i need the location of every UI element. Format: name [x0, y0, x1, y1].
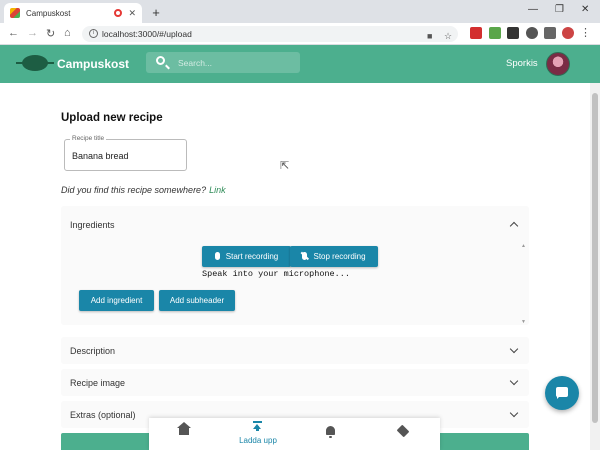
nav-upload[interactable]: Ladda upp — [222, 418, 294, 450]
upload-icon-stem — [256, 426, 259, 431]
description-heading: Description — [70, 346, 116, 356]
logo-icon[interactable] — [16, 55, 54, 71]
source-link[interactable]: Link — [209, 185, 226, 195]
search-input[interactable] — [178, 56, 293, 69]
tab-title: Campuskost — [26, 8, 71, 18]
bookmark-star-icon[interactable]: ☆ — [444, 28, 452, 44]
ingredients-heading[interactable]: Ingredients — [70, 220, 115, 230]
extension-1-icon[interactable] — [470, 27, 482, 39]
add-subheader-button[interactable]: Add subheader — [159, 290, 235, 311]
forward-icon[interactable]: → — [27, 27, 38, 39]
username[interactable]: Sporkis — [506, 58, 538, 69]
source-question: Did you find this recipe somewhere? Link — [61, 185, 226, 195]
start-recording-button[interactable]: Start recording — [202, 246, 291, 267]
chevron-down-icon — [509, 376, 519, 386]
page-title: Upload new recipe — [61, 112, 163, 124]
chevron-down-icon — [509, 344, 519, 354]
source-question-text: Did you find this recipe somewhere? — [61, 185, 207, 195]
favicon-icon — [10, 8, 20, 18]
extension-3-icon[interactable] — [507, 27, 519, 39]
browser-tab[interactable]: Campuskost ✕ — [4, 3, 142, 23]
home-icon — [177, 422, 191, 435]
chat-button[interactable] — [545, 376, 579, 410]
stop-recording-button[interactable]: Stop recording — [290, 246, 378, 267]
back-icon[interactable]: ← — [8, 27, 19, 39]
chevron-down-icon — [509, 408, 519, 418]
mouse-cursor-icon: ⇱ — [280, 160, 290, 172]
brand-name[interactable]: Campuskost — [57, 57, 129, 71]
camera-icon[interactable]: ■ — [427, 28, 432, 44]
extensions-puzzle-icon[interactable] — [544, 27, 556, 39]
start-recording-label: Start recording — [225, 252, 279, 261]
recipe-title-field[interactable]: Recipe title — [64, 135, 187, 171]
address-bar[interactable]: i localhost:3000/#/upload ■ ☆ — [82, 26, 458, 42]
page-scrollbar-thumb[interactable] — [592, 93, 598, 423]
page-scrollbar[interactable] — [590, 83, 600, 450]
reload-icon[interactable]: ↻ — [46, 27, 55, 40]
app-header: Campuskost Sporkis — [0, 45, 600, 83]
profile-avatar-icon[interactable] — [562, 27, 574, 39]
search-icon — [156, 56, 165, 65]
stop-recording-label: Stop recording — [313, 252, 366, 261]
extension-2-icon[interactable] — [489, 27, 501, 39]
ingredients-panel: Ingredients Start recording Stop recordi… — [61, 206, 529, 325]
recipe-title-label: Recipe title — [70, 135, 107, 142]
menu-dots-icon[interactable]: ⋮ — [580, 26, 591, 39]
restore-icon[interactable]: ❐ — [555, 4, 564, 15]
recipe-image-panel[interactable]: Recipe image — [61, 369, 529, 396]
recording-indicator-icon — [114, 9, 123, 17]
tag-icon — [396, 424, 410, 438]
scroll-up-icon[interactable]: ▲ — [521, 243, 526, 249]
url-text: localhost:3000/#/upload — [102, 29, 192, 39]
recipe-image-heading: Recipe image — [70, 378, 126, 388]
close-tab-icon[interactable]: ✕ — [128, 8, 136, 19]
chevron-up-icon[interactable] — [509, 221, 519, 231]
nav-notifications[interactable] — [295, 418, 367, 450]
recipe-title-input[interactable] — [72, 149, 180, 163]
new-tab-button[interactable]: + — [148, 5, 164, 21]
extras-heading: Extras (optional) — [70, 410, 136, 420]
add-ingredient-button[interactable]: Add ingredient — [79, 290, 154, 311]
home-browser-icon[interactable]: ⌂ — [64, 27, 71, 39]
mic-off-icon — [302, 252, 308, 260]
bell-icon — [326, 426, 335, 438]
nav-tags[interactable] — [368, 418, 440, 450]
speak-prompt: Speak into your microphone... — [202, 269, 350, 279]
description-panel[interactable]: Description — [61, 337, 529, 364]
scroll-down-icon[interactable]: ▼ — [521, 319, 526, 325]
nav-upload-label: Ladda upp — [239, 436, 277, 445]
ingredients-scrollbar[interactable]: ▲ ▼ — [520, 243, 528, 325]
minimize-icon[interactable]: — — [528, 4, 538, 15]
bottom-navigation: Ladda upp — [149, 418, 440, 450]
search-box[interactable] — [146, 52, 300, 73]
site-info-icon[interactable]: i — [89, 29, 98, 38]
extension-4-icon[interactable] — [526, 27, 538, 39]
window-close-icon[interactable]: ✕ — [581, 4, 589, 15]
mic-icon — [214, 252, 220, 260]
avatar[interactable] — [546, 52, 570, 76]
chat-icon — [556, 387, 568, 399]
browser-tab-bar: Campuskost ✕ + — ❐ ✕ — [0, 0, 600, 23]
nav-home[interactable] — [149, 418, 221, 450]
